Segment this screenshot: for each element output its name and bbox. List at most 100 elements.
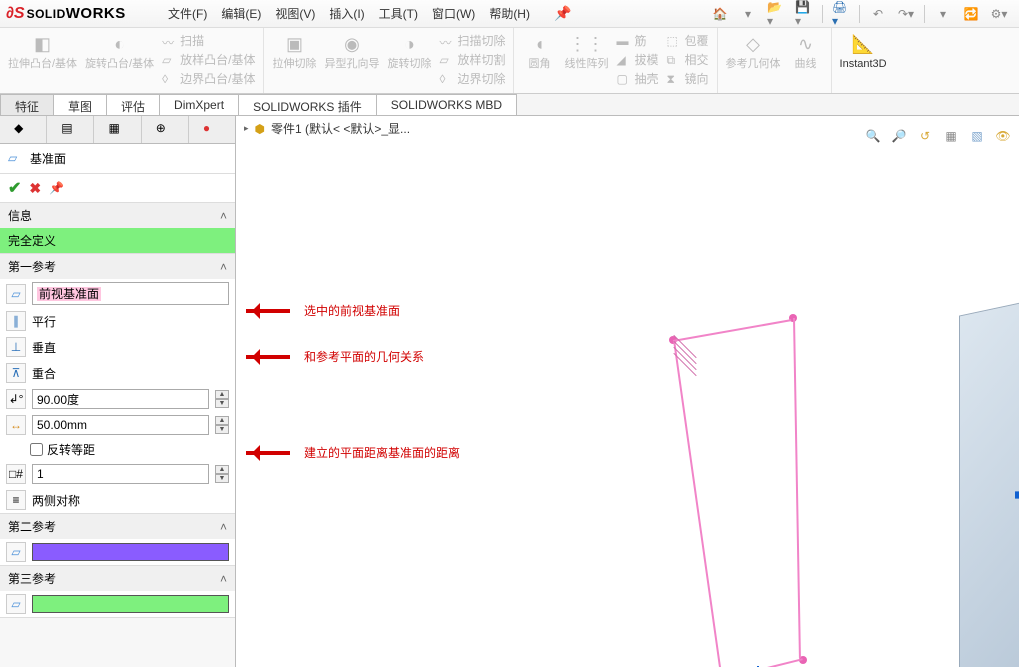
new-icon[interactable]: 🏠	[710, 4, 730, 24]
flip-offset-checkbox[interactable]	[30, 443, 43, 456]
fillet-button[interactable]: ◖圆角	[522, 32, 556, 70]
arrow-icon	[246, 350, 300, 364]
command-ribbon: ◧拉伸凸台/基体 ◐旋转凸台/基体 〰扫描 ▱放样凸台/基体 ◊边界凸台/基体 …	[0, 28, 1019, 94]
menu-insert[interactable]: 插入(I)	[329, 5, 364, 22]
first-ref-header[interactable]: 第一参考˄	[0, 254, 235, 279]
arrow-icon	[246, 304, 300, 318]
distance-spinner[interactable]: ▲▼	[215, 416, 229, 434]
count-spinner[interactable]: ▲▼	[215, 465, 229, 483]
second-ref-header[interactable]: 第二参考˄	[0, 514, 235, 539]
options-icon[interactable]: ⚙▾	[989, 4, 1009, 24]
info-header[interactable]: 信息˄	[0, 203, 235, 228]
zoom-area-icon[interactable]: 🔎	[889, 126, 909, 146]
pm-title-row: ▱ 基准面	[0, 144, 235, 174]
ref3-selection-input[interactable]	[32, 595, 229, 613]
open-icon[interactable]: 📂▾	[766, 4, 786, 24]
tab-dimxpert[interactable]: DimXpert	[159, 94, 239, 115]
pushpin-icon[interactable]: 📌	[49, 181, 64, 195]
annotation-3: 建立的平面距离基准面的距离	[246, 444, 460, 461]
boundary-cut-button[interactable]: ◊边界切除	[439, 70, 505, 87]
panel-tab-config[interactable]: ▦	[94, 116, 141, 143]
instant3d-button[interactable]: 📐Instant3D	[840, 32, 887, 70]
angle-input[interactable]	[32, 389, 209, 409]
draft-button[interactable]: ◢拔模	[616, 51, 658, 68]
hole-wizard-button[interactable]: ◉异型孔向导	[324, 32, 379, 70]
menu-tools[interactable]: 工具(T)	[379, 5, 418, 22]
print-icon[interactable]: 🖨▾	[831, 4, 851, 24]
mirror-button[interactable]: ⧗镜向	[667, 70, 709, 87]
breadcrumb[interactable]: ▸ ⬢ 零件1 (默认< <默认>_显...	[244, 120, 410, 137]
tab-evaluate[interactable]: 评估	[106, 94, 160, 115]
display-style-icon[interactable]: ▧	[967, 126, 987, 146]
extrude-boss-button[interactable]: ◧拉伸凸台/基体	[8, 32, 77, 70]
section-view-icon[interactable]: ▦	[941, 126, 961, 146]
panel-tab-dimxpert[interactable]: ⊕	[142, 116, 189, 143]
face-select-icon[interactable]: ▱	[6, 284, 26, 304]
ref2-select-icon[interactable]: ▱	[6, 542, 26, 562]
app-logo: ∂S SOLIDWORKS	[0, 5, 160, 23]
reference-plane-preview	[959, 296, 1019, 667]
redo-icon[interactable]: ↷▾	[896, 4, 916, 24]
loft-button[interactable]: ▱放样凸台/基体	[162, 51, 255, 68]
midplane-icon[interactable]: ≡	[6, 490, 26, 510]
pin-icon[interactable]: 📌	[554, 5, 571, 22]
quick-access-toolbar: 🏠 ▾ 📂▾ 💾▾ 🖨▾ ↶ ↷▾ ▾ 🔁 ⚙▾	[710, 4, 1019, 24]
revolve-cut-button[interactable]: ◑旋转切除	[387, 32, 431, 70]
tab-feature[interactable]: 特征	[0, 94, 54, 115]
third-ref-header[interactable]: 第三参考˄	[0, 566, 235, 591]
menu-view[interactable]: 视图(V)	[275, 5, 315, 22]
part-name[interactable]: 零件1 (默认< <默认>_显...	[271, 120, 410, 137]
loft-cut-button[interactable]: ▱放样切割	[439, 51, 505, 68]
extrude-cut-button[interactable]: ▣拉伸切除	[272, 32, 316, 70]
angle-spinner[interactable]: ▲▼	[215, 390, 229, 408]
menu-help[interactable]: 帮助(H)	[489, 5, 530, 22]
shell-button[interactable]: ▢抽壳	[616, 70, 658, 87]
intersect-button[interactable]: ⧉相交	[667, 51, 709, 68]
distance-input[interactable]	[32, 415, 209, 435]
panel-tab-appearance[interactable]: ●	[189, 116, 235, 143]
tab-sketch[interactable]: 草图	[53, 94, 107, 115]
panel-tab-feature-tree[interactable]: ◆	[0, 116, 47, 143]
instance-icon[interactable]: □#	[6, 464, 26, 484]
sweep-cut-button[interactable]: 〰扫描切除	[439, 32, 505, 49]
logo-ds-icon: ∂S	[6, 5, 25, 23]
distance-icon[interactable]: ↔	[6, 415, 26, 435]
angle-icon[interactable]: ↲°	[6, 389, 26, 409]
perpendicular-icon[interactable]: ⊥	[6, 337, 26, 357]
select-icon[interactable]: ▾	[933, 4, 953, 24]
new-doc-icon[interactable]: ▾	[738, 4, 758, 24]
prev-view-icon[interactable]: ↺	[915, 126, 935, 146]
rebuild-icon[interactable]: 🔁	[961, 4, 981, 24]
boundary-button[interactable]: ◊边界凸台/基体	[162, 70, 255, 87]
linear-pattern-button[interactable]: ⋮⋮线性阵列	[564, 32, 608, 70]
save-icon[interactable]: 💾▾	[794, 4, 814, 24]
cancel-button[interactable]: ✖	[29, 180, 41, 197]
instance-count-input[interactable]	[32, 464, 209, 484]
sweep-button[interactable]: 〰扫描	[162, 32, 255, 49]
menu-file[interactable]: 文件(F)	[168, 5, 207, 22]
ref2-selection-input[interactable]	[32, 543, 229, 561]
ref1-selection-input[interactable]: 前视基准面	[32, 282, 229, 305]
coincident-label: 重合	[32, 365, 56, 382]
tab-mbd[interactable]: SOLIDWORKS MBD	[376, 94, 517, 115]
revolve-boss-button[interactable]: ◐旋转凸台/基体	[85, 32, 154, 70]
coincident-icon[interactable]: ⊼	[6, 363, 26, 383]
graphics-viewport[interactable]: ▸ ⬢ 零件1 (默认< <默认>_显... 🔍 🔎 ↺ ▦ ▧ 👁 选中的前视…	[236, 116, 1019, 667]
hide-show-icon[interactable]: 👁	[993, 126, 1013, 146]
menu-window[interactable]: 窗口(W)	[432, 5, 475, 22]
parallel-icon[interactable]: ∥	[6, 311, 26, 331]
zoom-fit-icon[interactable]: 🔍	[863, 126, 883, 146]
undo-icon[interactable]: ↶	[868, 4, 888, 24]
ref-geometry-button[interactable]: ◇参考几何体	[726, 32, 781, 70]
arrow-icon	[246, 446, 300, 460]
ref3-select-icon[interactable]: ▱	[6, 594, 26, 614]
title-bar: ∂S SOLIDWORKS 文件(F) 编辑(E) 视图(V) 插入(I) 工具…	[0, 0, 1019, 28]
curves-button[interactable]: ∿曲线	[789, 32, 823, 70]
wrap-button[interactable]: ⬚包覆	[667, 32, 709, 49]
ok-button[interactable]: ✔	[8, 178, 21, 198]
tab-addins[interactable]: SOLIDWORKS 插件	[238, 94, 377, 115]
rib-button[interactable]: ▬筋	[616, 32, 658, 49]
panel-tab-property[interactable]: ▤	[47, 116, 94, 143]
menu-edit[interactable]: 编辑(E)	[221, 5, 261, 22]
breadcrumb-expand-icon[interactable]: ▸	[244, 123, 249, 134]
